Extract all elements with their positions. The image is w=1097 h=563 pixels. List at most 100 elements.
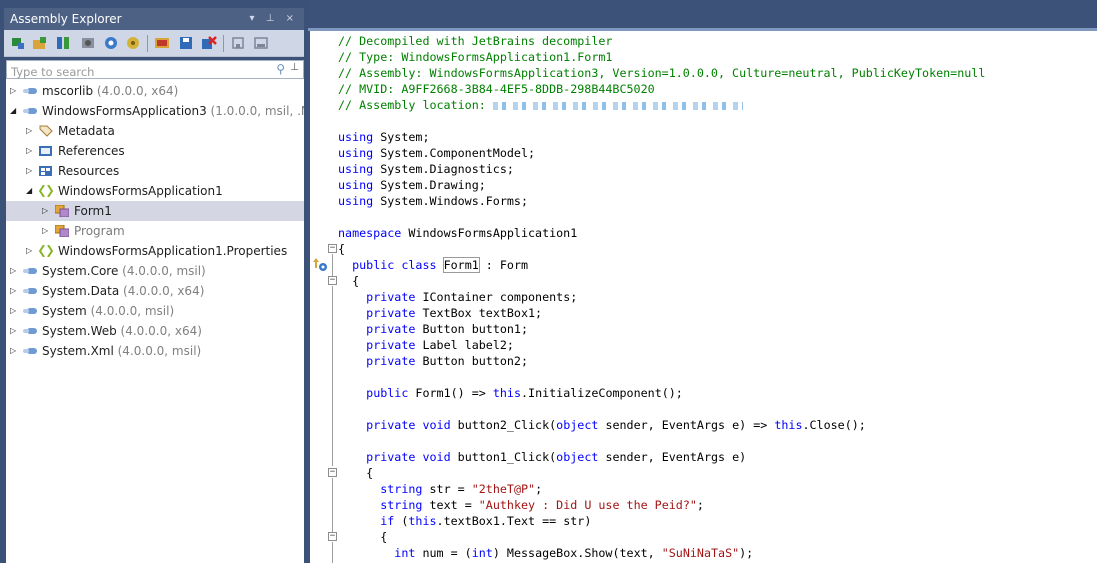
code-namespace: namespace WindowsFormsApplication1 [338,226,578,240]
tree-item-label: System.Data [42,284,120,298]
expand-arrow-icon[interactable]: ▷ [10,261,20,281]
code-statement: int num = (int) MessageBox.Show(text, "S… [394,546,754,560]
toolbar-separator [223,35,224,52]
fold-line [332,542,333,563]
expand-arrow-icon[interactable]: ▷ [42,201,52,221]
code-statement: if (this.textBox1.Text == str) [380,514,592,528]
code-method: private void button1_Click(object sender… [366,450,747,464]
expand-arrow-icon[interactable]: ▷ [26,121,36,141]
expand-arrow-icon[interactable]: ▷ [10,301,20,321]
tree-item-form1[interactable]: ▷ Form1 [6,201,304,221]
tree-item-meta: (4.0.0.0, msil) [113,344,202,358]
remove-assembly-icon[interactable] [201,35,217,51]
tree-item-label: System.Core [42,264,119,278]
code-using: using System.ComponentModel; [338,146,536,160]
tree-item-system-web[interactable]: ▷ System.Web (4.0.0.0, x64) [6,321,304,341]
pdb-icon[interactable] [253,35,269,51]
open-folder-icon[interactable] [32,35,48,51]
tree-item-system-data[interactable]: ▷ System.Data (4.0.0.0, x64) [6,281,304,301]
assembly-tree: ▷ mscorlib (4.0.0.0, x64) ◢ WindowsForms… [6,79,304,563]
tree-item-windowsformsapplication3[interactable]: ◢ WindowsFormsApplication3 (1.0.0.0, msi… [6,101,304,121]
redacted-path [492,101,743,110]
code-comment: // Decompiled with JetBrains decompiler [338,34,613,48]
inheritance-gutter-icon[interactable] [312,256,328,272]
search-input[interactable] [7,63,247,81]
plugins-icon[interactable] [125,35,141,51]
pin-icon[interactable]: ⊥ [290,62,299,73]
expand-arrow-icon[interactable]: ▷ [26,161,36,181]
code-editor[interactable]: − − − − // Decompiled with JetBrains dec… [310,31,1097,563]
tree-item-label: WindowsFormsApplication1.Properties [58,244,288,258]
assembly-icon [23,348,37,354]
tree-item-label: Metadata [58,124,115,138]
code-comment: // Assembly: WindowsFormsApplication3, V… [338,66,986,80]
tree-item-system-xml[interactable]: ▷ System.Xml (4.0.0.0, msil) [6,341,304,361]
fold-toggle-icon[interactable]: − [328,532,337,541]
search-icon[interactable]: ⚲ [276,62,285,76]
navigate-icon[interactable] [103,35,119,51]
code-statement: string str = "2theT@P"; [380,482,543,496]
code-using: using System.Windows.Forms; [338,194,528,208]
reload-icon[interactable] [230,35,246,51]
tree-item-label: WindowsFormsApplication1 [58,184,223,198]
tree-item-label: System [42,304,87,318]
tree-item-meta: (4.0.0.0, msil) [118,264,206,278]
fold-line [332,478,333,532]
code-brace: { [338,242,346,256]
panel-title: Assembly Explorer [10,12,122,26]
save-list-icon[interactable] [178,35,194,51]
fold-toggle-icon[interactable]: − [328,468,337,477]
code-field: private TextBox textBox1; [366,306,543,320]
open-from-gac-icon[interactable] [55,35,71,51]
open-process-icon[interactable] [80,35,96,51]
code-field: private IContainer components; [366,290,578,304]
tree-item-label: Program [74,224,125,238]
assembly-icon [23,268,37,274]
collapse-arrow-icon[interactable]: ◢ [26,181,36,201]
class-name[interactable]: Form1 [442,257,480,273]
code-constructor: public Form1() => this.InitializeCompone… [366,386,683,400]
search-box[interactable]: ⚲ ⊥ [6,60,304,81]
expand-arrow-icon[interactable]: ▷ [10,81,20,101]
panel-header: Assembly Explorer ▾ ⊥ × [4,8,304,30]
code-using: using System.Drawing; [338,178,486,192]
expand-arrow-icon[interactable]: ▷ [10,321,20,341]
tree-item-system[interactable]: ▷ System (4.0.0.0, msil) [6,301,304,321]
tree-item-mscorlib[interactable]: ▷ mscorlib (4.0.0.0, x64) [6,81,304,101]
tree-item-label: Resources [58,164,120,178]
expand-arrow-icon[interactable]: ▷ [10,341,20,361]
assembly-icon [23,328,37,334]
tree-item-label: System.Web [42,324,117,338]
tree-item-label: Form1 [74,204,112,218]
code-using: using System; [338,130,430,144]
tree-item-resources[interactable]: ▷ Resources [6,161,304,181]
expand-arrow-icon[interactable]: ▷ [42,221,52,241]
toolbar [4,30,304,57]
tree-item-namespace-properties[interactable]: ▷ WindowsFormsApplication1.Properties [6,241,304,261]
tree-item-meta: (1.0.0.0, msil, .Net Fra [210,104,304,118]
expand-arrow-icon[interactable]: ▷ [10,281,20,301]
fold-toggle-icon[interactable]: − [328,244,337,253]
assembly-list-icon[interactable] [154,35,170,51]
tree-item-program[interactable]: ▷ Program [6,221,304,241]
tree-item-metadata[interactable]: ▷ Metadata [6,121,304,141]
expand-arrow-icon[interactable]: ▷ [26,141,36,161]
assembly-icon [23,88,37,94]
collapse-arrow-icon[interactable]: ◢ [10,101,20,121]
code-brace: { [380,530,388,544]
fold-toggle-icon[interactable]: − [328,276,337,285]
namespace-icon [39,245,53,257]
open-assembly-icon[interactable] [10,35,26,51]
code-comment: // Assembly location: [338,97,743,113]
tree-item-references[interactable]: ▷ References [6,141,304,161]
tree-item-meta: (4.0.0.0, x64) [93,84,179,98]
expand-arrow-icon[interactable]: ▷ [26,241,36,261]
tree-item-system-core[interactable]: ▷ System.Core (4.0.0.0, msil) [6,261,304,281]
tree-item-namespace-windowsformsapplication1[interactable]: ◢ WindowsFormsApplication1 [6,181,304,201]
toolbar-separator [147,35,148,52]
resources-icon [39,166,52,176]
panel-header-tools[interactable]: ▾ ⊥ × [250,8,298,30]
tree-item-meta: (4.0.0.0, x64) [119,284,205,298]
editor-tab-bar [308,0,1097,30]
tree-item-label: mscorlib [42,84,94,98]
